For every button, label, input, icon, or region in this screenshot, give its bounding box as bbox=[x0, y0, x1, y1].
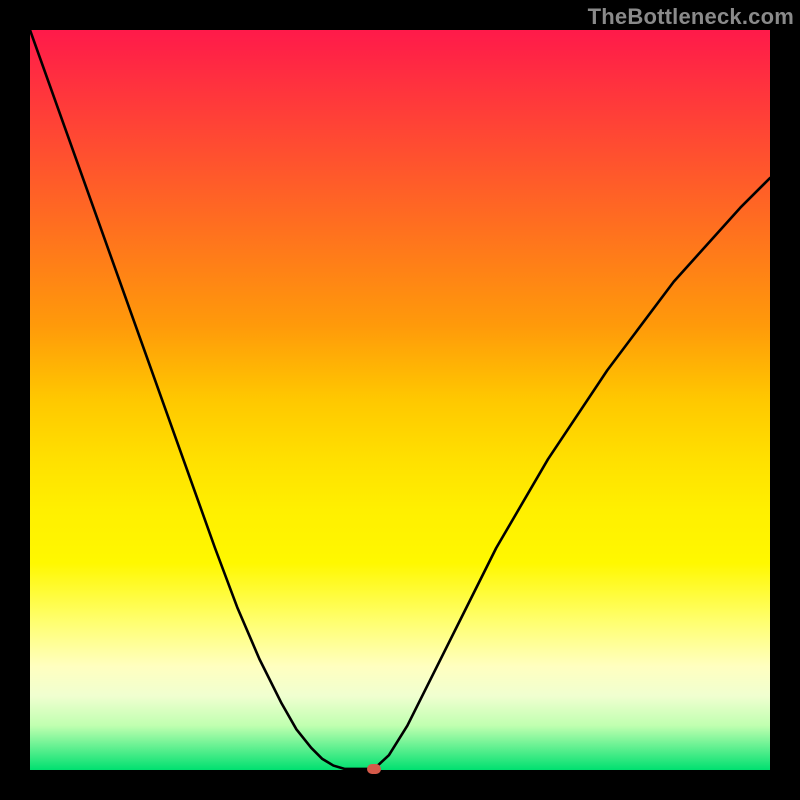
bottleneck-curve bbox=[30, 30, 770, 770]
watermark-text: TheBottleneck.com bbox=[588, 4, 794, 30]
plot-area bbox=[30, 30, 770, 770]
min-marker bbox=[367, 764, 381, 774]
chart-frame: TheBottleneck.com bbox=[0, 0, 800, 800]
